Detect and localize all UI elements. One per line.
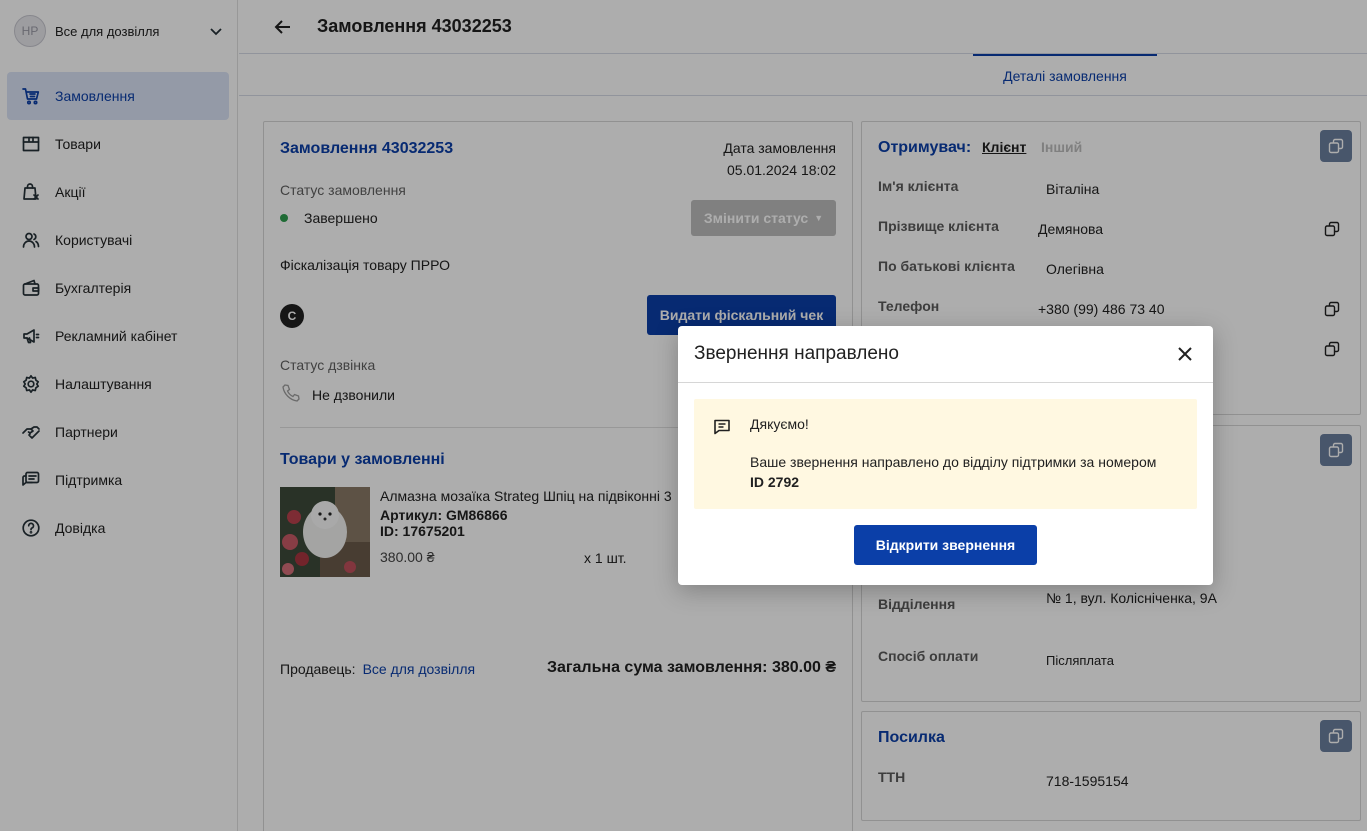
open-ticket-button[interactable]: Відкрити звернення bbox=[854, 525, 1037, 565]
dialog-message: Ваше звернення направлено до відділу під… bbox=[750, 454, 1157, 470]
ticket-id: ID 2792 bbox=[750, 474, 800, 490]
message-icon bbox=[713, 418, 731, 436]
dialog-title: Звернення направлено bbox=[694, 343, 899, 364]
dialog-thanks: Дякуємо! bbox=[750, 416, 809, 432]
support-request-dialog: Звернення направлено Дякуємо! Ваше зверн… bbox=[678, 326, 1213, 585]
dialog-header: Звернення направлено bbox=[678, 326, 1213, 383]
close-icon[interactable] bbox=[1176, 345, 1194, 363]
dialog-message-box: Дякуємо! Ваше звернення направлено до ві… bbox=[694, 399, 1197, 509]
